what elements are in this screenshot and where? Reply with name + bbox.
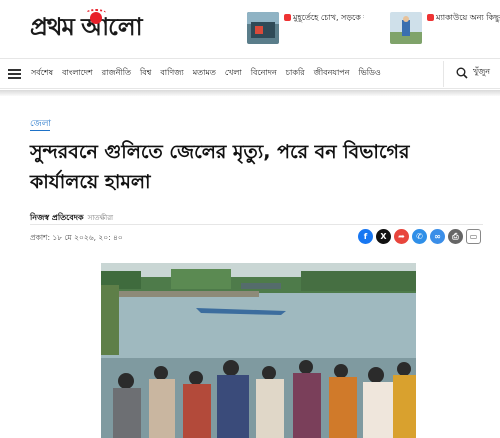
section-underline [30,130,50,131]
share-icon: ➦ [398,232,405,241]
promo-thumbnail [247,12,279,44]
link-icon: ∞ [434,232,441,241]
promo-title: মুহূর্তেহে চোখ, সড়কে ঝুঁকি [293,13,364,22]
main-nav: সর্বশেষ বাংলাদেশ রাজনীতি বিশ্ব বাণিজ্য ম… [0,58,500,89]
nav-item-lifestyle[interactable]: জীবনযাপন [314,67,350,80]
search-label: খুঁজুন [472,67,490,76]
nav-divider [443,61,444,87]
nav-item-jobs[interactable]: চাকরি [286,67,305,80]
menu-icon[interactable] [8,67,21,81]
article-headline: সুন্দরবনে গুলিতে জেলের মৃত্যু, পরে বন বি… [30,141,410,193]
author-name[interactable]: নিজস্ব প্রতিবেদক [30,213,84,222]
nav-item-opinion[interactable]: মতামত [193,67,216,80]
promo-thumbnail [390,12,422,44]
divider [30,224,483,225]
copy-link-button[interactable]: ∞ [430,229,445,244]
author-location: সাতক্ষীরা [87,214,114,222]
promo-story-2[interactable]: ম্যাকাউয়ে অন্য কিছুর হ্যারানো ভুলেন [390,12,500,44]
nav-item-politics[interactable]: রাজনীতি [102,67,131,80]
share-button[interactable]: ➦ [394,229,409,244]
site-logo[interactable]: প্রথম আলো [30,9,143,46]
nav-item-business[interactable]: বাণিজ্য [160,67,183,80]
print-icon: ⎙ [452,231,459,241]
published-time: প্রকাশ: ১৮ মে ২০২৬, ২০: ৪০ [30,233,123,242]
whatsapp-share-button[interactable]: ✆ [412,229,427,244]
bookmark-icon: ▭ [469,232,478,241]
x-icon: X [380,232,387,241]
nav-item-entertainment[interactable]: বিনোদন [251,67,277,80]
video-icon [427,14,434,21]
logo-sun-icon [86,9,106,24]
facebook-share-button[interactable]: f [358,229,373,244]
whatsapp-icon: ✆ [416,232,423,241]
header-shadow [0,90,500,96]
nav-item-latest[interactable]: সর্বশেষ [31,67,53,80]
search-icon [456,67,468,79]
search-button[interactable]: খুঁজুন [456,66,490,79]
bookmark-button[interactable]: ▭ [466,229,481,244]
nav-item-video[interactable]: ভিডিও [358,67,380,80]
print-button[interactable]: ⎙ [448,229,463,244]
site-header: প্রথম আলো মুহূর্তেহে চোখ, সড়কে ঝুঁকি ম্… [0,0,500,58]
promo-story-1[interactable]: মুহূর্তেহে চোখ, সড়কে ঝুঁকি [247,12,364,44]
lead-photo [101,263,416,438]
video-icon [284,14,291,21]
nav-item-world[interactable]: বিশ্ব [140,67,151,80]
facebook-icon: f [363,232,368,241]
section-link[interactable]: জেলা [30,116,51,131]
x-share-button[interactable]: X [376,229,391,244]
nav-item-sports[interactable]: খেলা [225,67,242,80]
logo-text: প্রথম আলো [30,12,143,41]
share-buttons: f X ➦ ✆ ∞ ⎙ ▭ [355,229,481,244]
nav-item-bangladesh[interactable]: বাংলাদেশ [62,67,93,80]
promo-title: ম্যাকাউয়ে অন্য কিছুর হ্যারানো ভুলেন [436,13,500,22]
